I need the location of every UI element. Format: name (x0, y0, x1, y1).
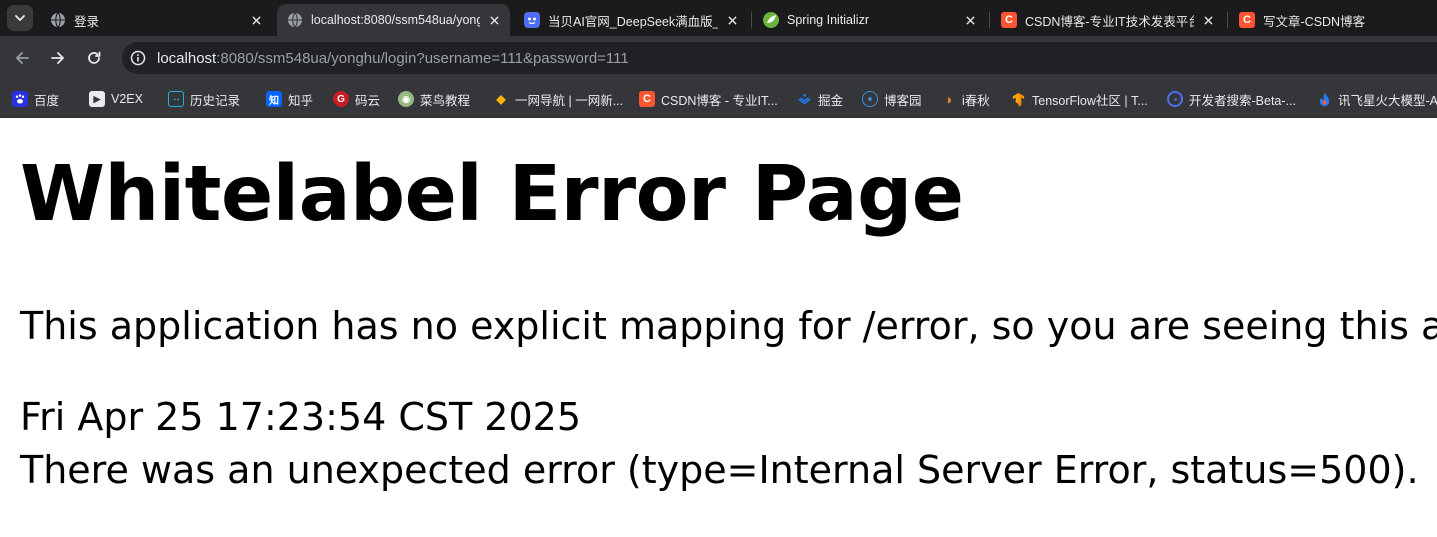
bookmark-juejin[interactable]: 掘金 (796, 89, 843, 109)
bookmark-cnblogs[interactable]: 博客园 (862, 89, 922, 109)
bookmark-label: 码云 (355, 93, 381, 108)
reload-icon (88, 51, 101, 64)
devsearch-icon (1167, 91, 1183, 107)
bookmark-label: i春秋 (962, 93, 990, 108)
bilibili-icon (168, 91, 184, 107)
bookmark-zhihu[interactable]: 知 知乎 (266, 89, 313, 109)
url-path: :8080/ssm548ua/yonghu/login?username=111… (216, 49, 629, 67)
tab-separator (1227, 12, 1228, 28)
tab-dangbei[interactable]: 当贝AI官网_DeepSeek满血版_免 (514, 4, 748, 36)
tab-separator (751, 12, 752, 28)
cnblogs-icon (862, 91, 878, 107)
error-message: This application has no explicit mapping… (20, 304, 1437, 348)
page-content: Whitelabel Error Page This application h… (0, 118, 1437, 537)
url-text: localhost:8080/ssm548ua/yonghu/login?use… (157, 50, 629, 67)
dangbei-icon (524, 12, 540, 28)
tab-title: 登录 (74, 14, 100, 29)
v2ex-icon: ▶ (89, 91, 105, 107)
tab-spring-initializr[interactable]: Spring Initializr (753, 4, 986, 36)
tab-write-article[interactable]: C 写文章-CSDN博客 (1229, 4, 1437, 36)
bookmark-label: 讯飞星火大模型-A (1338, 93, 1437, 108)
bookmark-label: 百度 (34, 93, 60, 108)
zhihu-icon: 知 (266, 91, 282, 107)
arrow-left-icon (16, 52, 29, 64)
bookmark-v2ex[interactable]: ▶ V2EX (89, 89, 143, 109)
bookmark-csdn[interactable]: C CSDN博客 - 专业IT... (639, 89, 778, 109)
globe-icon (287, 12, 303, 28)
reload-button[interactable] (80, 44, 108, 72)
close-icon[interactable] (962, 12, 978, 28)
tab-login[interactable]: 登录 (40, 4, 272, 36)
baidu-icon (12, 91, 28, 107)
tab-title: 写文章-CSDN博客 (1263, 14, 1366, 29)
tab-title: 当贝AI官网_DeepSeek满血版_免 (548, 14, 718, 29)
error-details: There was an unexpected error (type=Inte… (20, 448, 1419, 492)
csdn-icon: C (1239, 12, 1255, 28)
bookmark-runoob[interactable]: ◉ 菜鸟教程 (398, 89, 470, 109)
bookmark-label: V2EX (111, 92, 143, 106)
browser-toolbar: localhost:8080/ssm548ua/yonghu/login?use… (0, 36, 1437, 79)
csdn-icon: C (639, 91, 655, 107)
close-icon[interactable] (1200, 12, 1216, 28)
forward-button[interactable] (44, 44, 72, 72)
bookmark-yiwang[interactable]: ◆ 一网导航 | 一网新... (493, 89, 623, 109)
bookmark-label: TensorFlow社区 | T... (1032, 93, 1148, 108)
tab-strip: 登录 localhost:8080/ssm548ua/yonghu 当贝AI官网… (0, 0, 1437, 36)
runoob-icon: ◉ (398, 91, 414, 107)
address-bar[interactable]: localhost:8080/ssm548ua/yonghu/login?use… (122, 42, 1437, 74)
close-icon[interactable] (486, 12, 502, 28)
bookmark-label: 掘金 (818, 93, 844, 108)
spring-icon (763, 12, 779, 28)
tab-title: Spring Initializr (787, 13, 869, 27)
tab-separator (989, 12, 990, 28)
bookmark-label: 菜鸟教程 (420, 93, 471, 108)
bookmark-label: 历史记录 (190, 93, 241, 108)
bookmark-history[interactable]: 历史记录 (168, 89, 240, 109)
yiwang-icon: ◆ (496, 92, 506, 106)
bookmark-baidu[interactable]: 百度 (12, 89, 59, 109)
url-host: localhost (157, 49, 217, 67)
close-icon[interactable] (248, 12, 264, 28)
bookmark-xunfei[interactable]: 讯飞星火大模型-A (1316, 89, 1437, 109)
bookmark-label: 博客园 (884, 93, 922, 108)
bookmark-label: 一网导航 | 一网新... (515, 93, 624, 108)
close-icon[interactable] (724, 12, 740, 28)
chevron-down-icon (15, 15, 25, 21)
juejin-icon (796, 91, 812, 107)
globe-icon (50, 12, 66, 28)
error-timestamp: Fri Apr 25 17:23:54 CST 2025 (20, 395, 582, 439)
tab-localhost[interactable]: localhost:8080/ssm548ua/yonghu (277, 4, 510, 36)
xunfei-icon (1316, 91, 1332, 107)
tab-title: CSDN博客-专业IT技术发表平台 (1025, 14, 1194, 29)
tab-csdn[interactable]: C CSDN博客-专业IT技术发表平台 (991, 4, 1224, 36)
info-icon (130, 50, 146, 66)
tab-search-button[interactable] (7, 5, 33, 31)
ichunqiu-icon: ◑ (944, 91, 952, 107)
gitee-icon: G (333, 91, 349, 107)
tab-title: localhost:8080/ssm548ua/yonghu (311, 13, 480, 27)
back-button[interactable] (8, 44, 36, 72)
bookmark-gitee[interactable]: G 码云 (333, 89, 380, 109)
csdn-icon: C (1001, 12, 1017, 28)
arrow-right-icon (51, 52, 64, 64)
bookmarks-bar: 百度 ▶ V2EX 历史记录 知 知乎 G 码云 ◉ 菜鸟教程 ◆ 一网导航 |… (0, 79, 1437, 118)
bookmark-devsearch[interactable]: 开发者搜索-Beta-... (1167, 89, 1296, 109)
page-title: Whitelabel Error Page (20, 150, 964, 239)
site-info-button[interactable] (127, 47, 149, 69)
bookmark-tensorflow[interactable]: TensorFlow社区 | T... (1010, 89, 1148, 109)
bookmark-label: CSDN博客 - 专业IT... (661, 93, 778, 108)
tensorflow-icon (1010, 91, 1026, 107)
bookmark-label: 知乎 (288, 93, 314, 108)
bookmark-label: 开发者搜索-Beta-... (1189, 93, 1296, 108)
bookmark-ichunqiu[interactable]: ◑ i春秋 (940, 89, 990, 109)
